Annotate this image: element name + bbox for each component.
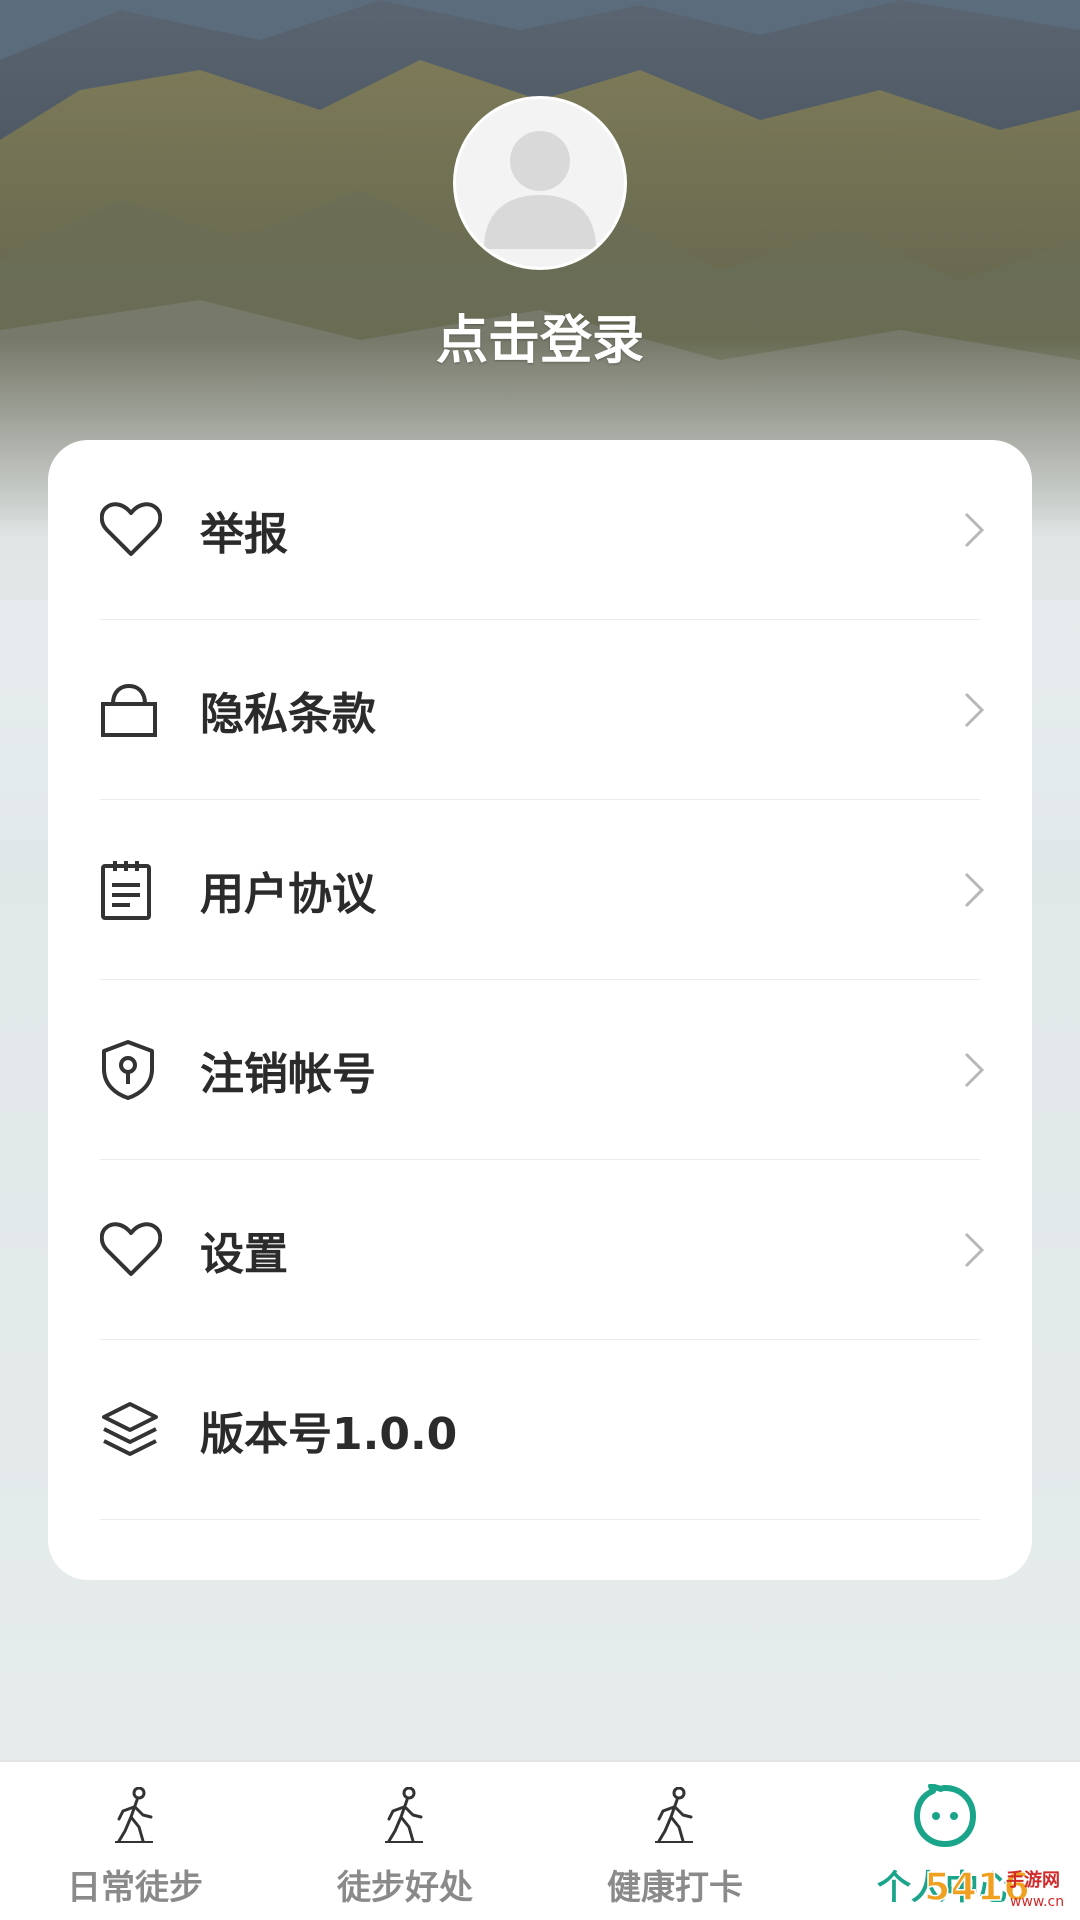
- chevron-right-icon: [964, 872, 985, 907]
- user-silhouette-icon: [484, 131, 596, 249]
- heart-icon: [100, 1218, 164, 1282]
- watermark-domain: www.cn: [1010, 1894, 1064, 1910]
- chevron-right-icon: [964, 692, 985, 727]
- tab-label: 徒步好处: [337, 1868, 473, 1908]
- menu-item-label: 隐私条款: [200, 688, 376, 740]
- menu-item-privacy[interactable]: 隐私条款: [100, 620, 985, 800]
- bottom-nav: 日常徒步 徒步好处 健康打卡 个人中心: [0, 1760, 1080, 1920]
- menu-item-version: 版本号1.0.0: [100, 1340, 980, 1520]
- layers-icon: [100, 1398, 164, 1462]
- lock-icon: [100, 678, 164, 742]
- tab-hiking-benefits[interactable]: 徒步好处: [270, 1762, 540, 1920]
- tab-health-checkin[interactable]: 健康打卡: [540, 1762, 810, 1920]
- walking-icon: [643, 1784, 707, 1848]
- menu-item-label: 设置: [200, 1228, 288, 1280]
- menu-item-report[interactable]: 举报: [100, 440, 985, 620]
- tab-daily-hiking[interactable]: 日常徒步: [0, 1762, 270, 1920]
- chevron-right-icon: [964, 512, 985, 547]
- site-watermark: 5416 手游网 www.cn: [922, 1860, 1072, 1916]
- menu-item-settings[interactable]: 设置: [100, 1160, 985, 1340]
- walking-icon: [103, 1784, 167, 1848]
- heart-icon: [100, 498, 164, 562]
- menu-item-user-agreement[interactable]: 用户协议: [100, 800, 985, 980]
- shield-key-icon: [100, 1038, 164, 1102]
- menu-item-label: 注销帐号: [200, 1048, 376, 1100]
- version-label: 版本号1.0.0: [200, 1408, 458, 1460]
- menu-item-label: 举报: [200, 508, 288, 560]
- avatar[interactable]: [453, 96, 627, 270]
- login-prompt[interactable]: 点击登录: [0, 298, 1080, 373]
- chevron-right-icon: [964, 1052, 985, 1087]
- chevron-right-icon: [964, 1232, 985, 1267]
- document-icon: [100, 858, 164, 922]
- tab-label: 健康打卡: [607, 1868, 743, 1908]
- watermark-text: 手游网: [1006, 1869, 1060, 1891]
- menu-item-label: 用户协议: [200, 868, 376, 920]
- menu-card: 举报 隐私条款 用户协议 注销帐号 设置 版本号1.0.0: [48, 440, 1032, 1580]
- smiley-chat-icon: [913, 1784, 977, 1848]
- tab-label: 日常徒步: [67, 1868, 203, 1908]
- walking-icon: [373, 1784, 437, 1848]
- menu-item-delete-account[interactable]: 注销帐号: [100, 980, 985, 1160]
